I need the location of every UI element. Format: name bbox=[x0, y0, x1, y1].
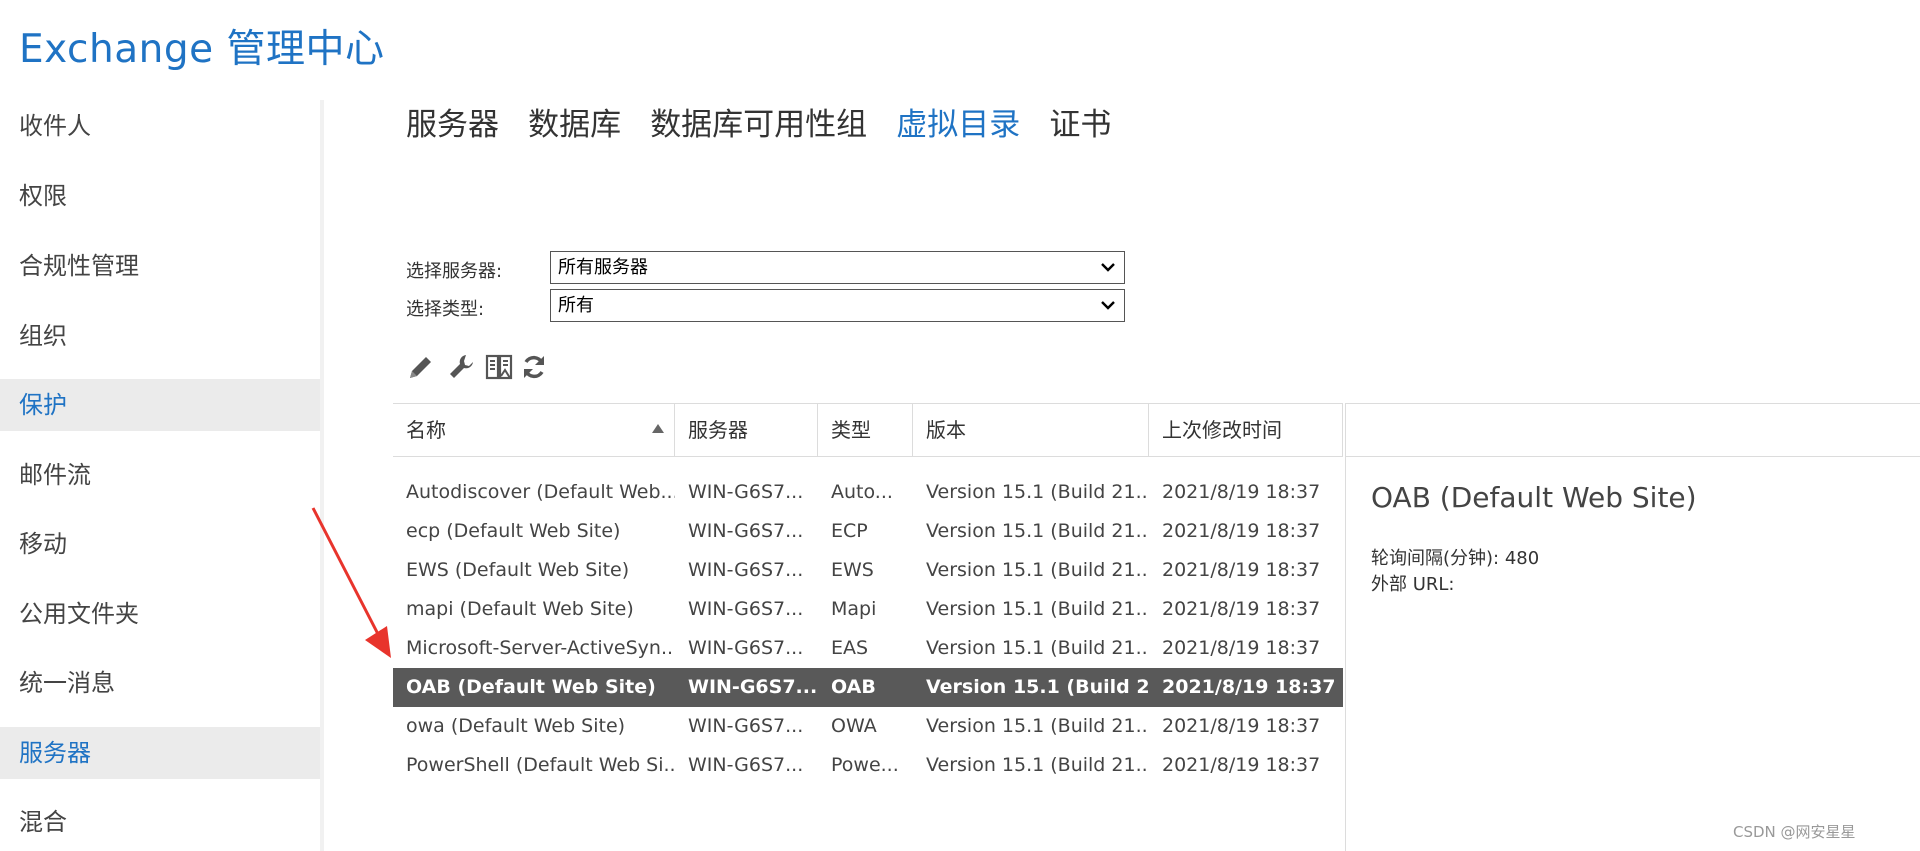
server-select[interactable]: 所有服务器 bbox=[550, 251, 1125, 284]
type-filter-label: 选择类型: bbox=[406, 299, 485, 320]
cell-server: WIN-G6S7... bbox=[688, 637, 804, 659]
details-header-strip bbox=[1346, 403, 1920, 457]
cell-name: EWS (Default Web Site) bbox=[406, 559, 630, 581]
column-header-type[interactable]: 类型 bbox=[818, 404, 913, 456]
sidebar-item-protection[interactable]: 保护 bbox=[0, 379, 320, 431]
cell-type: EAS bbox=[831, 637, 869, 659]
sidebar-item-organization[interactable]: 组织 bbox=[0, 310, 320, 362]
cell-type: ECP bbox=[831, 520, 868, 542]
cell-server: WIN-G6S7... bbox=[688, 520, 804, 542]
column-header-server[interactable]: 服务器 bbox=[675, 404, 818, 456]
details-divider bbox=[1345, 403, 1346, 851]
chevron-down-icon bbox=[1100, 290, 1116, 321]
sidebar-item-mobile[interactable]: 移动 bbox=[0, 518, 320, 570]
cell-name: PowerShell (Default Web Si... bbox=[406, 754, 675, 776]
table-row[interactable]: ecp (Default Web Site) WIN-G6S7... ECP V… bbox=[393, 512, 1343, 551]
annotation-arrow-icon bbox=[311, 507, 391, 658]
cell-version: Version 15.1 (Build 21... bbox=[926, 637, 1149, 659]
cell-server: WIN-G6S7... bbox=[688, 559, 804, 581]
chevron-down-icon bbox=[1100, 252, 1116, 283]
details-title: OAB (Default Web Site) bbox=[1371, 481, 1697, 514]
cell-version: Version 15.1 (Build 21... bbox=[926, 754, 1149, 776]
cell-modified: 2021/8/19 18:37 bbox=[1162, 520, 1321, 542]
cell-version: Version 15.1 (Build 21... bbox=[926, 715, 1149, 737]
table-row[interactable]: mapi (Default Web Site) WIN-G6S7... Mapi… bbox=[393, 590, 1343, 629]
cell-server: WIN-G6S7... bbox=[688, 715, 804, 737]
app-title: Exchange 管理中心 bbox=[19, 27, 385, 72]
sidebar-item-hybrid[interactable]: 混合 bbox=[0, 796, 320, 848]
server-select-value: 所有服务器 bbox=[558, 257, 648, 278]
column-header-name-label: 名称 bbox=[406, 418, 446, 442]
cell-type: EWS bbox=[831, 559, 874, 581]
cell-server: WIN-G6S7... bbox=[688, 481, 804, 503]
sidebar-nav: 收件人 权限 合规性管理 组织 保护 邮件流 移动 公用文件夹 统一消息 服务器… bbox=[0, 100, 320, 851]
sidebar-item-compliance[interactable]: 合规性管理 bbox=[0, 240, 320, 292]
cell-server: WIN-G6S7... bbox=[688, 754, 804, 776]
table-row[interactable]: EWS (Default Web Site) WIN-G6S7... EWS V… bbox=[393, 551, 1343, 590]
cell-type: Auto... bbox=[831, 481, 893, 503]
cell-version: Version 15.1 (Build 21... bbox=[926, 559, 1149, 581]
table-row-selected[interactable]: OAB (Default Web Site) WIN-G6S7... OAB V… bbox=[393, 668, 1343, 707]
cell-name: OAB (Default Web Site) bbox=[406, 676, 656, 698]
table-row[interactable]: owa (Default Web Site) WIN-G6S7... OWA V… bbox=[393, 707, 1343, 746]
cell-server: WIN-G6S7... bbox=[688, 598, 804, 620]
type-select[interactable]: 所有 bbox=[550, 289, 1125, 322]
cell-name: ecp (Default Web Site) bbox=[406, 520, 621, 542]
server-filter-label: 选择服务器: bbox=[406, 261, 503, 282]
cell-name: owa (Default Web Site) bbox=[406, 715, 626, 737]
cell-version: Version 15.1 (Build 21... bbox=[926, 520, 1149, 542]
table-row[interactable]: PowerShell (Default Web Si... WIN-G6S7..… bbox=[393, 746, 1343, 785]
cell-version: Version 15.1 (Build 21... bbox=[926, 481, 1149, 503]
sidebar-item-unified-messaging[interactable]: 统一消息 bbox=[0, 657, 320, 709]
cell-modified: 2021/8/19 18:37 bbox=[1162, 754, 1321, 776]
cell-name: Microsoft-Server-ActiveSyn... bbox=[406, 637, 675, 659]
tab-bar: 服务器 数据库 数据库可用性组 虚拟目录 证书 bbox=[406, 104, 1135, 146]
watermark: CSDN @网安星星 bbox=[1733, 823, 1856, 841]
cell-name: mapi (Default Web Site) bbox=[406, 598, 634, 620]
sidebar-item-public-folders[interactable]: 公用文件夹 bbox=[0, 588, 320, 640]
cell-name: Autodiscover (Default Web... bbox=[406, 481, 675, 503]
details-polling-interval: 轮询间隔(分钟): 480 bbox=[1371, 548, 1540, 569]
tab-virtual-directories[interactable]: 虚拟目录 bbox=[896, 104, 1020, 146]
cell-version: Version 15.1 (Build 21... bbox=[926, 676, 1149, 698]
cell-server: WIN-G6S7... bbox=[688, 676, 818, 698]
cell-version: Version 15.1 (Build 21... bbox=[926, 598, 1149, 620]
sort-ascending-icon bbox=[652, 424, 664, 433]
table-header: 名称 服务器 类型 版本 上次修改时间 bbox=[393, 403, 1343, 457]
cell-modified: 2021/8/19 18:37 bbox=[1162, 715, 1321, 737]
wrench-icon[interactable] bbox=[446, 352, 476, 384]
refresh-icon[interactable] bbox=[519, 352, 549, 384]
column-header-name[interactable]: 名称 bbox=[393, 404, 675, 456]
cell-modified: 2021/8/19 18:37 bbox=[1162, 676, 1336, 698]
reset-icon[interactable] bbox=[484, 352, 514, 384]
cell-modified: 2021/8/19 18:37 bbox=[1162, 598, 1321, 620]
details-external-url: 外部 URL: bbox=[1371, 574, 1455, 595]
tab-dag[interactable]: 数据库可用性组 bbox=[650, 104, 867, 146]
sidebar-divider bbox=[320, 100, 324, 851]
tab-servers[interactable]: 服务器 bbox=[406, 104, 499, 146]
sidebar-item-servers[interactable]: 服务器 bbox=[0, 727, 320, 779]
cell-modified: 2021/8/19 18:37 bbox=[1162, 559, 1321, 581]
cell-type: OAB bbox=[831, 676, 876, 698]
sidebar-item-recipients[interactable]: 收件人 bbox=[0, 100, 320, 152]
pencil-icon[interactable] bbox=[406, 352, 436, 384]
sidebar-item-permissions[interactable]: 权限 bbox=[0, 170, 320, 222]
cell-type: Powe... bbox=[831, 754, 899, 776]
column-header-version[interactable]: 版本 bbox=[913, 404, 1149, 456]
column-header-modified[interactable]: 上次修改时间 bbox=[1149, 404, 1343, 456]
virtual-directory-table: 名称 服务器 类型 版本 上次修改时间 Autodiscover (Defaul… bbox=[393, 403, 1343, 851]
type-select-value: 所有 bbox=[558, 295, 594, 316]
table-row[interactable]: Microsoft-Server-ActiveSyn... WIN-G6S7..… bbox=[393, 629, 1343, 668]
cell-type: Mapi bbox=[831, 598, 877, 620]
tab-certificates[interactable]: 证书 bbox=[1049, 104, 1111, 146]
table-row[interactable]: Autodiscover (Default Web... WIN-G6S7...… bbox=[393, 473, 1343, 512]
cell-modified: 2021/8/19 18:37 bbox=[1162, 481, 1321, 503]
sidebar-item-mail-flow[interactable]: 邮件流 bbox=[0, 449, 320, 501]
cell-modified: 2021/8/19 18:37 bbox=[1162, 637, 1321, 659]
cell-type: OWA bbox=[831, 715, 877, 737]
tab-databases[interactable]: 数据库 bbox=[528, 104, 621, 146]
